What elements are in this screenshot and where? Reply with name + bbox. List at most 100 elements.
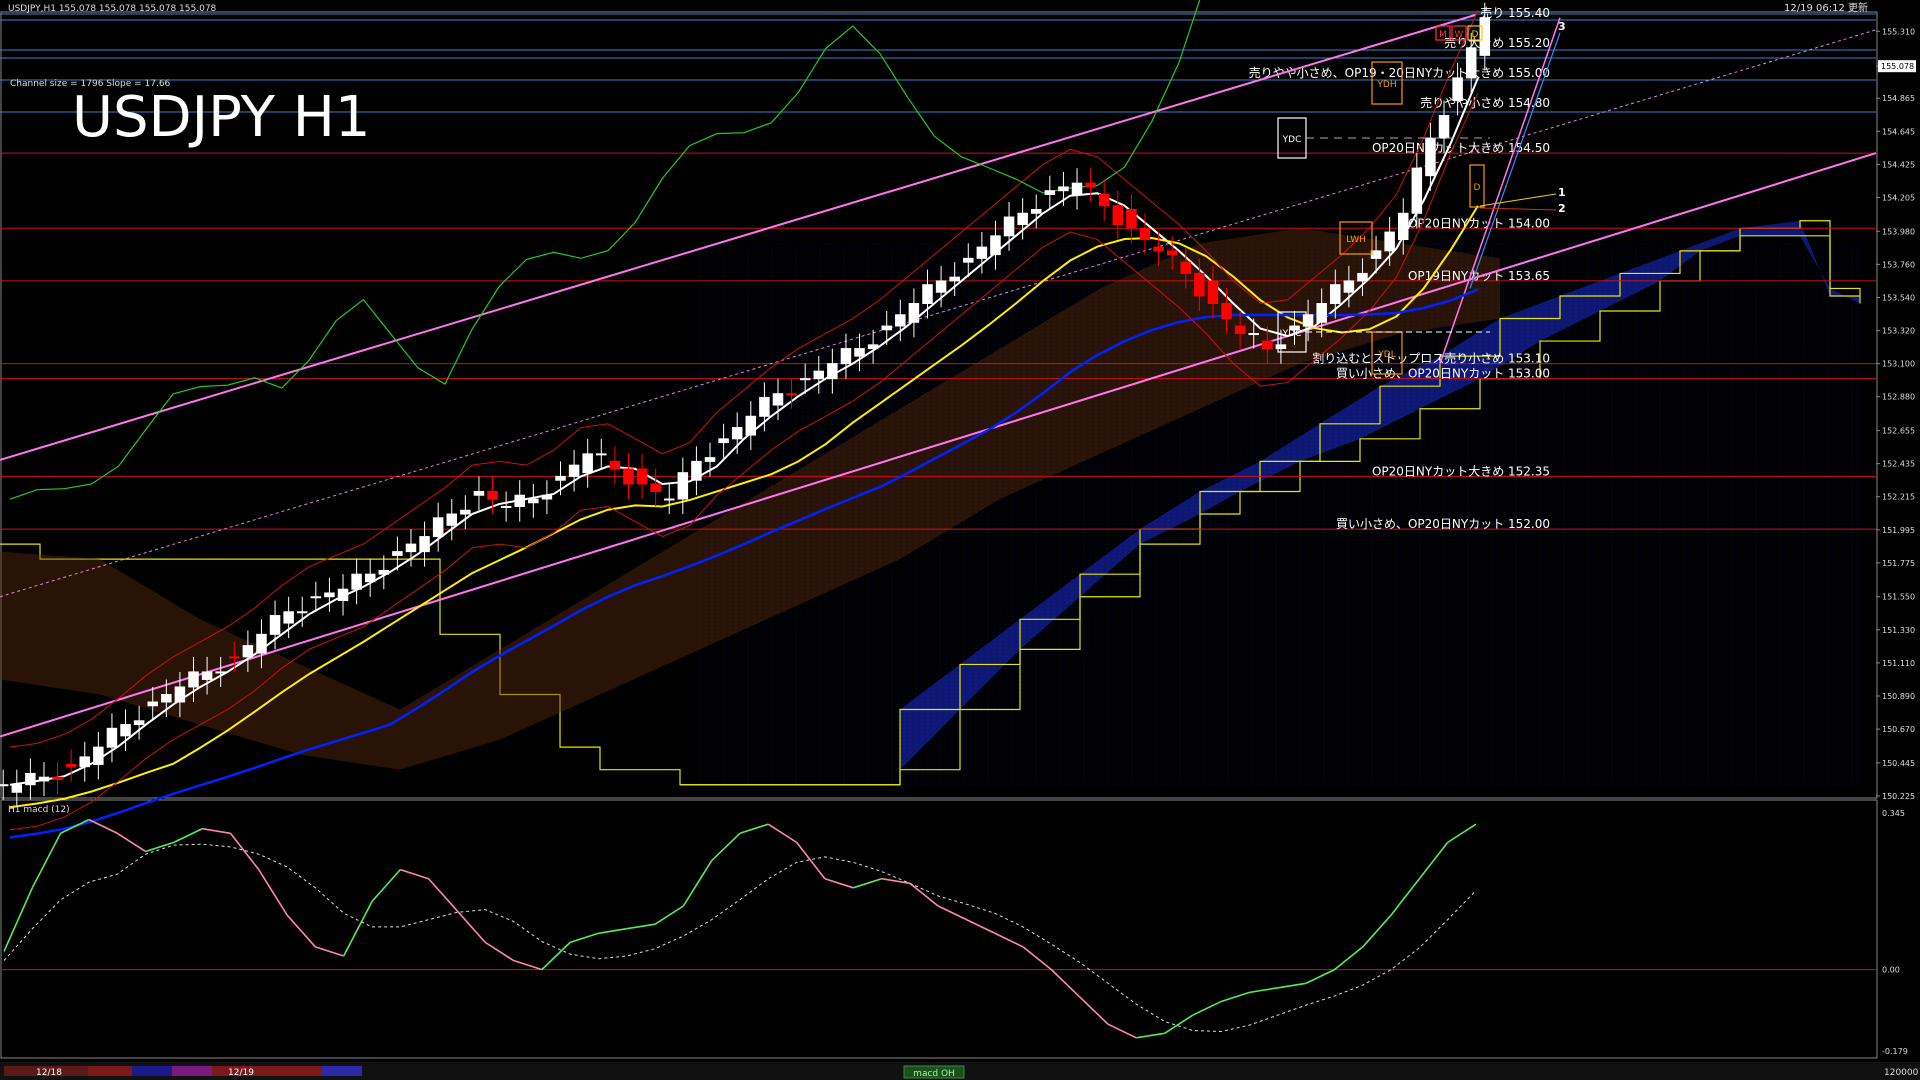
mwd-D-label: D (1472, 30, 1479, 40)
candle-body (473, 490, 485, 496)
candle-body (1234, 325, 1246, 335)
candle-body (215, 671, 226, 674)
candle-body (1153, 246, 1164, 252)
candle-body (663, 498, 675, 501)
candle-body (922, 284, 933, 304)
price-tick-label: 153.540 (1882, 293, 1915, 302)
candle-body (1343, 280, 1355, 293)
price-tick-label: 153.100 (1882, 360, 1915, 369)
candle-body (895, 314, 906, 327)
candle-body (1139, 227, 1151, 241)
candle-body (1316, 302, 1327, 323)
price-tick-label: 151.550 (1882, 593, 1915, 602)
level-label: OP20日NYカット 154.00 (1408, 216, 1550, 230)
price-tick-label: 150.890 (1882, 692, 1915, 701)
candle-body (1044, 190, 1056, 195)
candle-body (1411, 167, 1423, 214)
date-label-1219: 12/19 (228, 1068, 254, 1078)
candle-body (1330, 284, 1341, 304)
candle-body (242, 645, 254, 658)
candle-body (1207, 280, 1219, 304)
candle-body (1465, 47, 1477, 79)
candle-body (283, 611, 294, 624)
candle-body (867, 344, 879, 350)
candle-body (1194, 272, 1205, 297)
candle-body (392, 551, 403, 556)
price-tick-label: 154.425 (1882, 160, 1915, 169)
candle-body (11, 784, 23, 793)
candle-body (1452, 77, 1463, 101)
candle-body (405, 543, 417, 553)
candle-body (1085, 182, 1096, 188)
candle-body (378, 569, 390, 575)
candle-body (0, 784, 9, 787)
candle-body (541, 494, 553, 500)
level-label: OP20日NYカット大きめ 154.50 (1372, 141, 1550, 155)
candle-body (1397, 212, 1409, 241)
date-label-1218: 12/18 (36, 1068, 62, 1078)
candle-body (25, 772, 36, 786)
price-tick-label: 154.205 (1882, 193, 1915, 202)
line-number-label: 1 (1558, 186, 1566, 199)
candle-body (976, 246, 988, 259)
macd-tick-label: 0.00 (1882, 966, 1900, 975)
candle-body (1370, 250, 1382, 259)
candle-body (650, 483, 661, 492)
candle-body (1098, 193, 1110, 207)
candle-body (813, 370, 825, 380)
candle-body (1003, 216, 1015, 237)
candle-body (704, 457, 716, 462)
mwd-W-label: W (1455, 30, 1464, 40)
candle-body (38, 776, 50, 782)
candle-body (79, 756, 91, 768)
candle-body (1017, 212, 1028, 226)
candle-body (364, 573, 376, 583)
candle-body (1248, 333, 1259, 336)
candle-body (1071, 182, 1083, 195)
price-tick-label: 151.995 (1882, 526, 1915, 535)
candle-body (1262, 340, 1273, 350)
price-tick-label: 152.435 (1882, 460, 1915, 469)
line-number-label: 2 (1558, 202, 1566, 215)
candle-body (691, 460, 702, 481)
price-tick-label: 155.310 (1882, 27, 1915, 36)
ydc-lower-label: YDC (1282, 329, 1302, 339)
candle-body (432, 517, 444, 538)
price-tick-label: 150.225 (1882, 792, 1915, 801)
candle-body (759, 396, 770, 417)
level-label: 買い小さめ、OP20日NYカット 152.00 (1336, 517, 1550, 531)
candle-body (514, 494, 525, 508)
candle-body (1126, 209, 1137, 229)
price-tick-label: 152.880 (1882, 393, 1915, 402)
bottom-right-value: 120000 (1884, 1068, 1919, 1078)
candle-body (623, 468, 634, 485)
price-tick-label: 154.645 (1882, 127, 1915, 136)
candle-body (1180, 261, 1192, 274)
candle-body (147, 701, 158, 707)
candle-body (446, 513, 458, 526)
price-tick-label: 152.655 (1882, 427, 1915, 436)
price-tick-label: 153.760 (1882, 260, 1915, 269)
candle-body (188, 671, 199, 688)
macd-tick-label: 0.345 (1882, 809, 1905, 818)
candle-body (229, 656, 240, 659)
candle-body (582, 453, 593, 474)
candle-body (1384, 231, 1395, 252)
ydh-label: YDH (1376, 80, 1396, 90)
candle-body (120, 724, 131, 737)
price-tick-label: 153.980 (1882, 227, 1915, 236)
candle-body (718, 438, 729, 444)
price-tick-label: 152.215 (1882, 493, 1915, 502)
candle-body (269, 615, 281, 635)
candle-body (908, 302, 920, 323)
candle-body (174, 686, 186, 703)
candle-body (1112, 205, 1124, 226)
candle-body (500, 506, 512, 509)
candle-body (133, 720, 145, 726)
candle-body (52, 776, 63, 780)
candle-body (1302, 314, 1314, 327)
candle-body (609, 460, 621, 470)
candle-body (881, 325, 892, 331)
candle-body (201, 671, 213, 680)
level-label: 買い小さめ、OP20日NYカット 153.00 (1336, 367, 1550, 381)
